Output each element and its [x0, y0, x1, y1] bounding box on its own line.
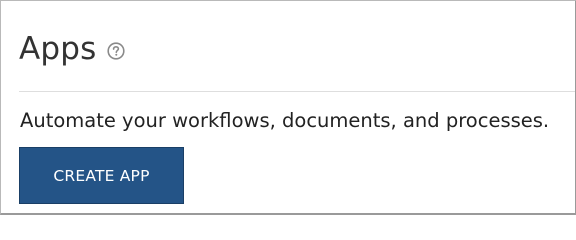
create-app-button[interactable]: CREATE APP — [19, 147, 184, 204]
page-title: Apps — [19, 30, 97, 67]
page-description: Automate your workflows, documents, and … — [20, 109, 550, 132]
help-icon[interactable] — [106, 42, 125, 60]
header-divider — [19, 91, 575, 92]
apps-panel: Apps Automate your workflows, documents,… — [0, 0, 576, 215]
question-circle-icon — [106, 42, 125, 60]
page-header: Apps — [19, 27, 125, 71]
